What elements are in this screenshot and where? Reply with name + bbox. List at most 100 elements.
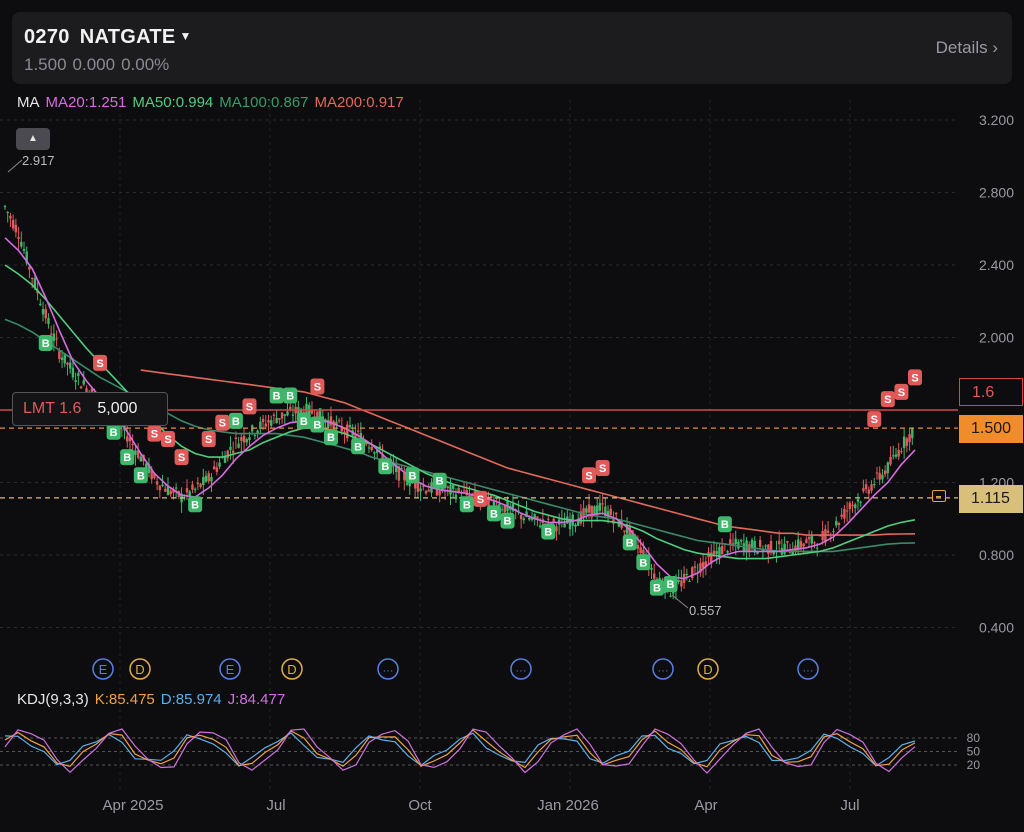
candle-body [310, 410, 314, 414]
candle-body [191, 484, 194, 490]
candle-body [864, 484, 868, 490]
buy-signal-label: B [436, 476, 444, 488]
candle-body [851, 504, 854, 507]
candle-body [11, 219, 15, 229]
order-price-tag[interactable]: 1.6 [959, 378, 1023, 406]
candle-body [329, 416, 333, 426]
candle-body [886, 462, 890, 474]
candle-body [739, 539, 743, 542]
dropdown-caret-icon: ▼ [179, 29, 192, 43]
buy-signal-label: B [626, 537, 634, 549]
candle-body [457, 487, 460, 493]
y-axis: 3.2002.8002.4002.0001.2000.8000.400 [979, 112, 1014, 636]
candle-body [438, 490, 441, 496]
high-price-label: 2.917 [22, 153, 55, 168]
candle-body [188, 491, 191, 496]
stock-name: NATGATE [79, 26, 176, 48]
price-alert-icon[interactable] [932, 490, 946, 502]
candle-body [639, 547, 642, 554]
ma100-line [4, 318, 916, 553]
candle-body [58, 351, 61, 359]
kdj-k-value: K:85.475 [94, 691, 155, 708]
order-quantity: 5,000 [97, 400, 138, 417]
last-price-tag: 1.500 [959, 415, 1023, 443]
x-tick-label: Jul [266, 797, 285, 814]
candle-body [538, 525, 542, 528]
sell-signal-label: S [178, 452, 185, 464]
candle-body [905, 438, 909, 446]
candle-body [289, 406, 292, 410]
candle-body [9, 215, 12, 219]
candle-body [3, 206, 7, 208]
ma200-line [140, 369, 916, 536]
candle-body [845, 510, 849, 512]
candle-body [693, 566, 697, 568]
buy-signal-label: B [667, 579, 675, 591]
kdj-level-label: 20 [967, 758, 981, 772]
sell-signal-label: S [871, 414, 878, 426]
candle-body [240, 437, 243, 441]
event-marker-label: ··· [383, 665, 394, 677]
candle-body [875, 472, 879, 474]
candle-body [574, 524, 577, 527]
candle-body [826, 530, 830, 533]
kdj-level-label: 80 [967, 731, 981, 745]
candle-body [848, 502, 852, 510]
price-change-pct: 0.00% [121, 55, 170, 74]
candle-body [894, 454, 898, 457]
sell-signal-label: S [246, 401, 253, 413]
event-marker-label: D [703, 662, 712, 677]
last-price: 1.500 [24, 55, 67, 74]
buy-signal-label: B [381, 461, 389, 473]
candle-body [519, 514, 523, 520]
candle-body [155, 481, 159, 485]
candle-body [55, 338, 58, 340]
x-tick-label: Apr 2025 [103, 797, 164, 814]
candle-body [267, 419, 270, 423]
kdj-j-line [4, 728, 916, 774]
sell-signal-label: S [911, 372, 918, 384]
kdj-level-label: 50 [967, 745, 981, 759]
buy-signal-label: B [286, 391, 294, 403]
candle-body [202, 477, 205, 485]
buy-signal-label: B [721, 519, 729, 531]
candle-body [911, 428, 914, 439]
candle-body [427, 489, 430, 492]
buy-signal-label: B [408, 470, 416, 482]
buy-signal-label: B [232, 416, 240, 428]
x-axis: Apr 2025 Jul Oct Jan 2026 Apr Jul [103, 797, 860, 814]
candle-body [242, 435, 246, 443]
buy-signal-label: B [490, 508, 498, 520]
candle-body [164, 488, 167, 492]
ticker-selector[interactable]: 0270 NATGATE ▼ [24, 26, 192, 49]
buy-signal-label: B [504, 516, 512, 528]
candle-body [843, 508, 846, 519]
limit-order-label[interactable]: LMT 1.6 5,000 [12, 392, 168, 426]
quote-header: 0270 NATGATE ▼ 1.500 0.000 0.00% Details › [12, 12, 1012, 84]
candle-body [261, 418, 265, 423]
candle-body [196, 482, 200, 485]
candle-body [275, 417, 278, 424]
candle-body [563, 523, 566, 528]
event-marker-label: E [226, 662, 235, 677]
kdj-d-value: D:85.974 [160, 691, 222, 708]
stock-code: 0270 [24, 26, 70, 48]
candle-body [528, 517, 531, 520]
chart-grid [0, 100, 955, 790]
candle-body [212, 466, 216, 470]
candle-body [859, 501, 862, 503]
details-link[interactable]: Details › [936, 38, 998, 58]
kdj-j-value: J:84.477 [227, 691, 286, 708]
candle-body [158, 485, 162, 491]
low-price-label: 0.557 [689, 603, 722, 618]
candle-body [39, 303, 42, 306]
candle-body [422, 486, 425, 488]
candle-body [881, 474, 884, 480]
candle-body [166, 486, 170, 496]
candle-body [20, 241, 23, 247]
sell-signal-label: S [314, 381, 321, 393]
event-marker-label: ··· [803, 665, 814, 677]
candle-body [446, 486, 449, 489]
candle-body [587, 504, 591, 513]
candle-body [52, 333, 56, 341]
